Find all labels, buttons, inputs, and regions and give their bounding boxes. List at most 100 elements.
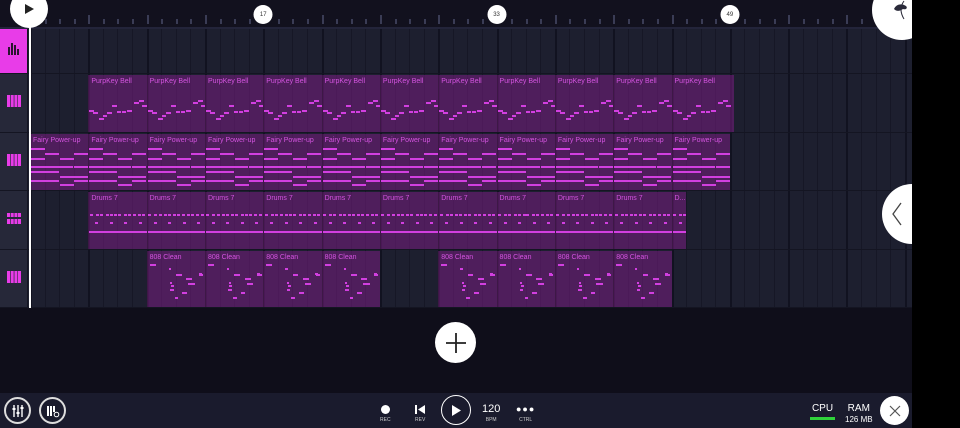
close-button[interactable] — [880, 396, 909, 425]
note — [313, 222, 317, 224]
pattern-clip[interactable]: 808 Clean — [613, 251, 672, 307]
note — [652, 110, 658, 112]
note — [345, 288, 349, 291]
pattern-clip[interactable]: Fairy Power-up — [379, 134, 439, 190]
pattern-clip[interactable]: Drums 7 — [379, 192, 439, 249]
pattern-clip[interactable]: PurpKey Bell — [671, 75, 735, 132]
pattern-clip[interactable]: Fairy Power-up — [671, 134, 730, 190]
pattern-clip[interactable]: 808 Clean — [438, 251, 497, 307]
note — [292, 111, 297, 113]
pattern-clip[interactable]: PurpKey Bell — [438, 75, 497, 132]
ruler-tick — [525, 19, 528, 24]
ruler-tick — [598, 19, 601, 24]
pattern-clip[interactable]: Drums 7 — [496, 192, 555, 249]
pattern-clip[interactable]: Drums 7 — [146, 192, 205, 249]
pattern-clip[interactable]: 808 Clean — [263, 251, 322, 307]
note — [482, 166, 497, 168]
note — [657, 180, 672, 182]
pattern-clip[interactable]: PurpKey Bell — [613, 75, 672, 132]
pattern-clip[interactable]: PurpKey Bell — [88, 75, 147, 132]
pattern-clip[interactable]: PurpKey Bell — [379, 75, 439, 132]
pattern-clip[interactable]: Fairy Power-up — [263, 134, 322, 190]
note — [307, 214, 311, 216]
track-header[interactable] — [0, 74, 28, 132]
pattern-clip[interactable]: Fairy Power-up — [30, 134, 89, 190]
note — [581, 214, 585, 216]
note — [149, 263, 156, 266]
pattern-clip[interactable]: Fairy Power-up — [438, 134, 497, 190]
pattern-clip[interactable]: D... — [671, 192, 687, 249]
pattern-clip[interactable]: PurpKey Bell — [554, 75, 614, 132]
pattern-clip[interactable]: PurpKey Bell — [321, 75, 380, 132]
playlist-grid[interactable]: PurpKey Bell PurpKey Bell PurpKey Bell Purp… — [0, 29, 912, 308]
note — [672, 171, 687, 173]
note — [343, 222, 347, 224]
timeline-ruler[interactable]: 17 33 49 — [0, 0, 912, 29]
ruler-tick — [161, 19, 164, 24]
pattern-clip[interactable]: 808 Clean — [204, 251, 264, 307]
pattern-clip[interactable]: Fairy Power-up — [554, 134, 614, 190]
pattern-clip[interactable]: Fairy Power-up — [204, 134, 264, 190]
bar-marker[interactable]: 17 — [253, 5, 273, 24]
pattern-clip[interactable]: Fairy Power-up — [496, 134, 555, 190]
note — [439, 148, 454, 150]
chevron-left-icon — [892, 202, 902, 226]
pattern-clip[interactable]: Drums 7 — [438, 192, 497, 249]
pattern-clip[interactable]: Drums 7 — [263, 192, 322, 249]
note — [558, 263, 564, 266]
track-header[interactable] — [0, 133, 28, 190]
note — [363, 282, 370, 285]
note — [165, 112, 171, 114]
pattern-clip[interactable]: PurpKey Bell — [496, 75, 555, 132]
pattern-clip[interactable]: Drums 7 — [554, 192, 614, 249]
note — [643, 158, 658, 160]
note — [445, 222, 449, 224]
bar-marker[interactable]: 49 — [720, 5, 740, 24]
pattern-clip[interactable]: Fairy Power-up — [613, 134, 672, 190]
rewind-button[interactable]: REV — [415, 405, 425, 423]
add-track-button[interactable] — [435, 322, 476, 363]
pattern-clip[interactable]: 808 Clean — [146, 251, 205, 307]
note — [315, 274, 320, 276]
pattern-clip[interactable]: 808 Clean — [321, 251, 380, 307]
pattern-clip[interactable]: Fairy Power-up — [321, 134, 380, 190]
tempo-button[interactable]: 120 BPM — [482, 403, 500, 423]
note — [219, 153, 234, 155]
pattern-clip[interactable]: 808 Clean — [496, 251, 555, 307]
note — [503, 222, 507, 224]
track-header[interactable] — [0, 29, 28, 73]
note — [350, 111, 355, 113]
playhead[interactable] — [29, 0, 31, 308]
note — [678, 214, 682, 216]
note — [676, 112, 682, 114]
note — [439, 158, 454, 160]
piano-settings-button[interactable] — [39, 397, 66, 424]
record-button[interactable]: REC — [380, 405, 391, 423]
note — [578, 288, 582, 291]
control-button[interactable]: ●●● CTRL — [516, 405, 535, 424]
piano-keys-icon — [6, 270, 21, 288]
note — [511, 115, 516, 117]
track-header[interactable] — [0, 250, 28, 307]
pattern-clip[interactable]: Drums 7 — [204, 192, 264, 249]
mixer-button[interactable] — [4, 397, 31, 424]
note — [264, 171, 279, 173]
pattern-clip[interactable]: Drums 7 — [613, 192, 672, 249]
pattern-clip[interactable]: Drums 7 — [321, 192, 380, 249]
note — [229, 284, 233, 287]
pattern-clip[interactable]: PurpKey Bell — [146, 75, 205, 132]
pattern-clip[interactable]: Fairy Power-up — [88, 134, 147, 190]
pattern-clip[interactable]: 808 Clean — [554, 251, 614, 307]
pattern-clip[interactable]: Fairy Power-up — [146, 134, 205, 190]
note — [616, 263, 623, 266]
play-button[interactable] — [441, 395, 471, 425]
track-header[interactable] — [0, 191, 28, 249]
pattern-clip[interactable]: PurpKey Bell — [204, 75, 264, 132]
bar-marker[interactable]: 33 — [487, 5, 507, 24]
pattern-clip[interactable]: Drums 7 — [88, 192, 147, 249]
note — [515, 112, 521, 114]
note — [584, 158, 599, 160]
pattern-clip[interactable]: PurpKey Bell — [263, 75, 322, 132]
note — [293, 176, 308, 178]
ruler-tick — [248, 19, 251, 24]
